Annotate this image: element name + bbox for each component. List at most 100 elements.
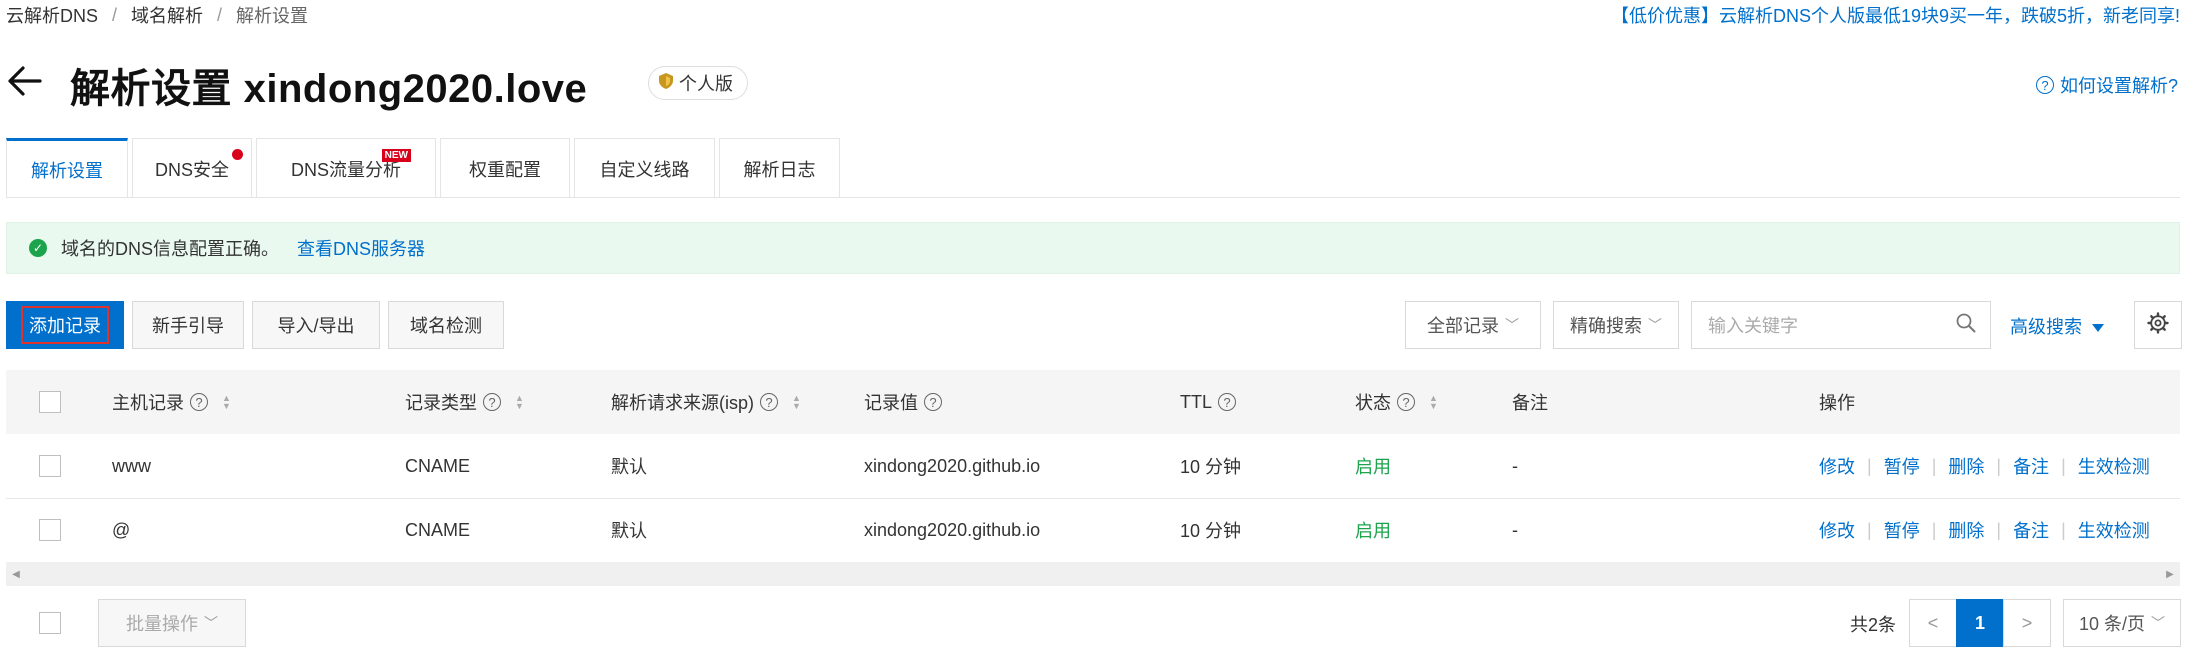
column-type-label: 记录类型 — [405, 393, 477, 413]
cell-status: 启用 — [1355, 457, 1391, 477]
row-actions: 修改 | 暂停 | 删除 | 备注 | 生效检测 — [1819, 498, 2150, 562]
question-icon[interactable]: ? — [1397, 393, 1415, 411]
action-separator: | — [1931, 455, 1937, 476]
chevron-down-icon: ﹀ — [1505, 317, 1519, 333]
record-filter-select[interactable]: 全部记录 ﹀ — [1405, 301, 1541, 349]
page-size-select[interactable]: 10 条/页 ﹀ — [2063, 599, 2181, 647]
edit-link[interactable]: 修改 — [1819, 453, 1855, 479]
sort-icon[interactable]: ▲ ▼ — [515, 394, 524, 411]
delete-link[interactable]: 删除 — [1948, 453, 1984, 479]
tab-weight-config[interactable]: 权重配置 — [440, 138, 570, 198]
pause-link[interactable]: 暂停 — [1884, 517, 1920, 543]
search-placeholder: 输入关键字 — [1708, 316, 1798, 336]
batch-operation-select[interactable]: 批量操作 ﹀ — [98, 599, 246, 647]
action-separator: | — [2061, 519, 2066, 540]
column-isp[interactable]: 解析请求来源(isp) ? ▲ ▼ — [611, 370, 801, 434]
new-badge: NEW — [381, 149, 411, 162]
action-separator: | — [1867, 455, 1872, 476]
column-type[interactable]: 记录类型 ? ▲ ▼ — [405, 370, 524, 434]
tab-label: 解析设置 — [31, 160, 103, 181]
cell-type: CNAME — [405, 519, 471, 540]
status-notice: ✓ 域名的DNS信息配置正确。 查看DNS服务器 — [6, 222, 2180, 274]
footer-select-all-checkbox[interactable] — [39, 612, 61, 634]
tab-custom-lines[interactable]: 自定义线路 — [574, 138, 715, 198]
sort-icon[interactable]: ▲ ▼ — [222, 394, 231, 411]
domain-check-button[interactable]: 域名检测 — [388, 301, 504, 349]
table-header: 主机记录 ? ▲ ▼ 记录类型 ? ▲ ▼ 解析请求来源(isp) ? ▲ ▼ 记录值… — [6, 370, 2180, 434]
tab-bar: 解析设置 DNS安全 DNS流量分析 NEW 权重配置 自定义线路 解析日志 — [6, 138, 844, 198]
keyword-search-input[interactable]: 输入关键字 — [1691, 301, 1991, 349]
delete-link[interactable]: 删除 — [1948, 517, 1984, 543]
tab-label: 权重配置 — [469, 159, 541, 180]
record-filter-value: 全部记录 — [1427, 316, 1499, 336]
search-icon[interactable] — [1956, 313, 1976, 338]
help-label: 如何设置解析? — [2059, 76, 2178, 96]
caret-down-icon — [2092, 316, 2104, 337]
match-mode-value: 精确搜索 — [1570, 316, 1642, 336]
column-host[interactable]: 主机记录 ? ▲ ▼ — [112, 370, 231, 434]
scroll-left-icon[interactable]: ◀ — [6, 562, 26, 586]
breadcrumb-domain[interactable]: 域名解析 — [131, 2, 203, 28]
pause-link[interactable]: 暂停 — [1884, 453, 1920, 479]
chevron-down-icon: ﹀ — [204, 615, 218, 631]
settings-button[interactable] — [2134, 301, 2182, 349]
horizontal-scrollbar[interactable]: ◀ ▶ — [6, 562, 2180, 586]
row-checkbox[interactable] — [39, 498, 61, 562]
column-status[interactable]: 状态 ? ▲ ▼ — [1355, 370, 1438, 434]
page-1-button[interactable]: 1 — [1956, 599, 2004, 647]
help-link[interactable]: ? 如何设置解析? — [2035, 72, 2178, 98]
question-icon[interactable]: ? — [483, 393, 501, 411]
effect-check-link[interactable]: 生效检测 — [2078, 517, 2150, 543]
cell-value: xindong2020.github.io — [864, 519, 1041, 540]
row-checkbox[interactable] — [39, 434, 61, 498]
back-arrow-icon[interactable] — [6, 62, 44, 100]
page-size-value: 10 条/页 — [2078, 614, 2146, 634]
effect-check-link[interactable]: 生效检测 — [2078, 453, 2150, 479]
gear-icon — [2147, 311, 2169, 339]
cell-value: xindong2020.github.io — [864, 455, 1041, 476]
promo-link[interactable]: 【低价优惠】云解析DNS个人版最低19块9买一年，跌破5折，新老同享! — [1611, 2, 2180, 28]
remark-link[interactable]: 备注 — [2013, 453, 2049, 479]
add-record-button[interactable]: 添加记录 — [6, 301, 124, 349]
sort-icon[interactable]: ▲ ▼ — [1429, 394, 1438, 411]
total-count: 共2条 — [1850, 615, 1897, 635]
sort-icon[interactable]: ▲ ▼ — [792, 394, 801, 411]
edit-link[interactable]: 修改 — [1819, 517, 1855, 543]
notification-dot — [232, 149, 243, 160]
cell-status: 启用 — [1355, 521, 1391, 541]
action-separator: | — [1996, 455, 2002, 476]
match-mode-select[interactable]: 精确搜索 ﹀ — [1553, 301, 1679, 349]
question-icon[interactable]: ? — [190, 393, 208, 411]
import-export-button[interactable]: 导入/导出 — [252, 301, 380, 349]
cell-remark: - — [1512, 455, 1518, 476]
question-icon[interactable]: ? — [760, 393, 778, 411]
remark-link[interactable]: 备注 — [2013, 517, 2049, 543]
column-remark: 备注 — [1512, 393, 1548, 413]
breadcrumb-current: 解析设置 — [236, 6, 309, 26]
row-actions: 修改 | 暂停 | 删除 | 备注 | 生效检测 — [1819, 434, 2150, 498]
chevron-down-icon: ﹀ — [1648, 317, 1662, 333]
guide-button[interactable]: 新手引导 — [132, 301, 244, 349]
cell-isp: 默认 — [611, 521, 647, 541]
question-icon[interactable]: ? — [1218, 393, 1237, 411]
cell-ttl: 10 分钟 — [1180, 521, 1242, 541]
tab-dns-security[interactable]: DNS安全 — [132, 138, 252, 198]
tab-label: 解析日志 — [743, 159, 816, 180]
select-all-checkbox[interactable] — [39, 370, 61, 434]
edition-label: 个人版 — [679, 74, 733, 94]
page-title: 解析设置 xindong2020.love — [70, 67, 588, 111]
breadcrumb-dns[interactable]: 云解析DNS — [6, 2, 98, 28]
question-icon[interactable]: ? — [924, 393, 942, 411]
advanced-search-toggle[interactable]: 高级搜索 — [2010, 313, 2104, 339]
view-dns-servers-link[interactable]: 查看DNS服务器 — [297, 235, 425, 261]
shield-icon — [659, 72, 673, 94]
advanced-search-label: 高级搜索 — [2010, 317, 2082, 337]
tab-dns-settings[interactable]: 解析设置 — [6, 138, 128, 198]
column-isp-label: 解析请求来源(isp) — [611, 393, 754, 413]
next-page-button[interactable]: > — [2003, 599, 2051, 647]
tab-dns-logs[interactable]: 解析日志 — [719, 138, 840, 198]
tab-dns-traffic[interactable]: DNS流量分析 NEW — [256, 138, 436, 198]
scroll-right-icon[interactable]: ▶ — [2160, 562, 2180, 586]
notice-text: 域名的DNS信息配置正确。 — [61, 239, 280, 259]
prev-page-button[interactable]: < — [1909, 599, 1957, 647]
